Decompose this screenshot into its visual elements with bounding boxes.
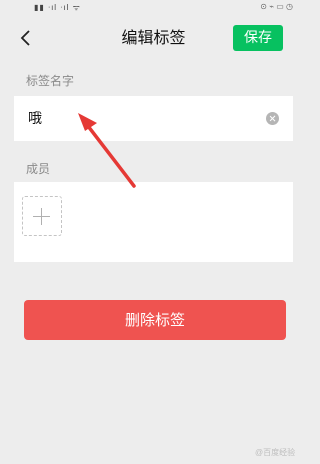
watermark: @百度经验: [255, 448, 296, 457]
nav-bar: 编辑标签 保存: [0, 18, 307, 58]
members-card: [14, 182, 293, 262]
delete-tag-button[interactable]: 删除标签: [24, 300, 286, 340]
add-member-button[interactable]: [22, 196, 62, 236]
status-indicators-left: ▮▮ ᐧıl ᐧıl ᯤ: [34, 3, 81, 12]
clear-icon[interactable]: [266, 112, 279, 125]
members-section-label: 成员: [26, 162, 51, 176]
status-bar: ▮▮ ᐧıl ᐧıl ᯤ ⊙ ⌁ ▭ ◷: [0, 0, 307, 18]
tag-name-section-label: 标签名字: [26, 74, 75, 88]
tag-name-input[interactable]: [28, 107, 248, 129]
save-button[interactable]: 保存: [233, 25, 283, 51]
status-indicators-right: ⊙ ⌁ ▭ ◷: [260, 2, 293, 11]
tag-name-card: [14, 96, 293, 141]
